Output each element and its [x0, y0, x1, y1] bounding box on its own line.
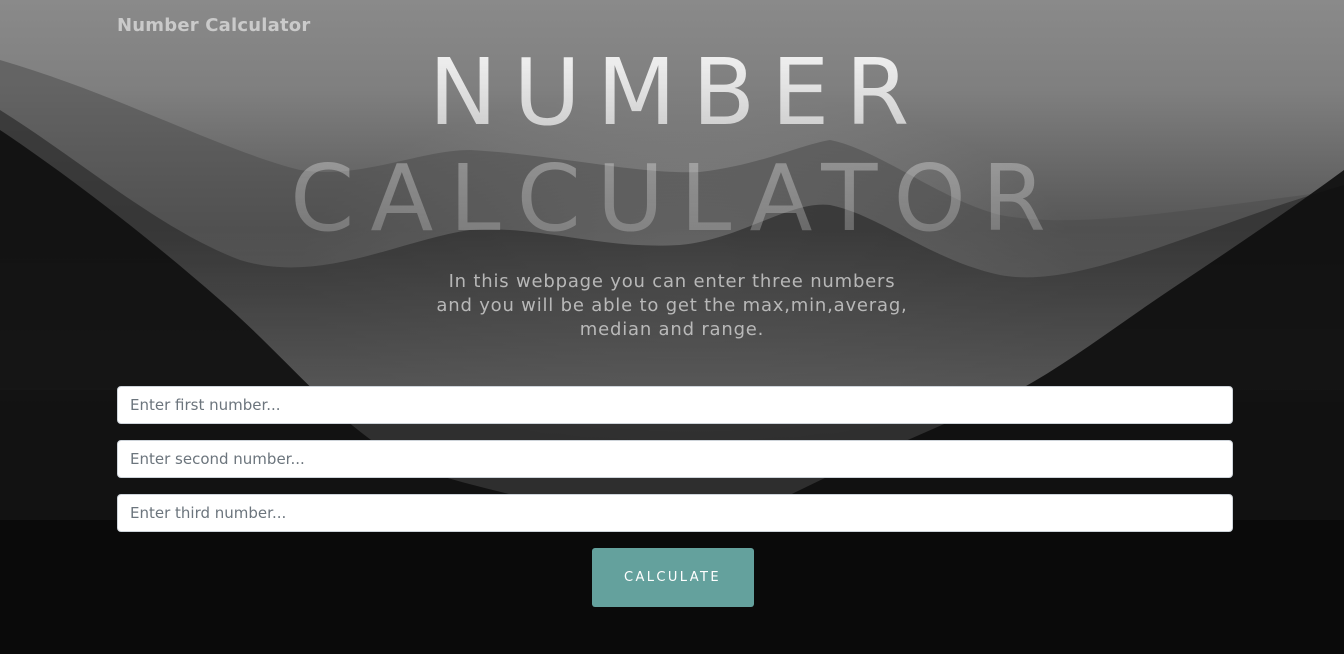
first-number-input[interactable] — [117, 386, 1233, 424]
page-root: Number Calculator NUMBER CALCULATOR In t… — [0, 0, 1344, 654]
navbar-brand-link[interactable]: Number Calculator — [117, 15, 310, 36]
title-line-1: NUMBER — [10, 40, 1344, 146]
number-input-form: CALCULATE — [117, 386, 1233, 607]
hero-subtitle: In this webpage you can enter three numb… — [436, 271, 908, 340]
title-line-2: CALCULATOR — [8, 146, 1344, 252]
submit-row: CALCULATE — [117, 548, 1233, 607]
calculate-button[interactable]: CALCULATE — [591, 548, 754, 607]
second-number-input[interactable] — [117, 440, 1233, 478]
third-number-input[interactable] — [117, 494, 1233, 532]
top-navbar: Number Calculator — [117, 15, 310, 39]
hero-section: NUMBER CALCULATOR In this webpage you ca… — [0, 40, 1344, 342]
page-title: NUMBER CALCULATOR — [0, 40, 1344, 252]
